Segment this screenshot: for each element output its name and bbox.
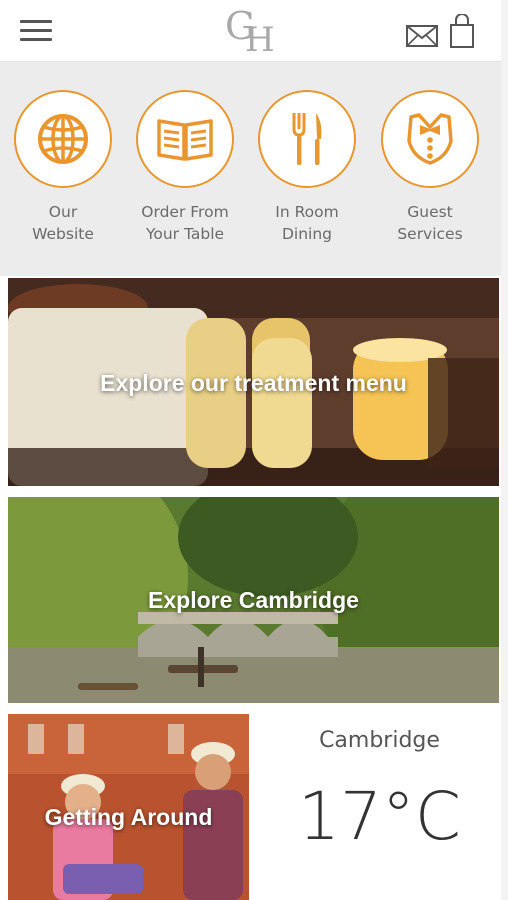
banner-caption: Explore Cambridge	[148, 587, 359, 613]
quick-link-label: Order From Your Table	[141, 203, 229, 243]
getting-around-tile[interactable]: Getting Around	[8, 714, 249, 900]
quick-link-label: In Room Dining	[275, 203, 339, 243]
hotel-logo: GH	[225, 4, 275, 60]
weather-city: Cambridge	[319, 728, 440, 753]
mail-icon[interactable]	[406, 25, 438, 47]
shopping-bag-icon[interactable]	[450, 14, 474, 48]
explore-cambridge-banner[interactable]: Explore Cambridge	[8, 497, 499, 703]
weather-temperature: 17°C	[297, 778, 462, 855]
quick-link-label: Guest Services	[397, 203, 463, 243]
cutlery-icon	[258, 90, 356, 188]
weather-widget: Cambridge 17°C	[260, 714, 499, 900]
app-header: GH	[0, 0, 508, 62]
banner-caption: Explore our treatment menu	[100, 370, 407, 396]
guest-services-link[interactable]: Guest Services	[370, 90, 490, 245]
menu-icon[interactable]	[20, 20, 52, 44]
scroll-edge	[501, 0, 508, 900]
quick-link-label: Our Website	[32, 203, 94, 243]
menu-book-icon	[136, 90, 234, 188]
our-website-link[interactable]: Our Website	[3, 90, 123, 245]
treatment-menu-banner[interactable]: Explore our treatment menu	[8, 278, 499, 486]
in-room-dining-link[interactable]: In Room Dining	[247, 90, 367, 245]
quick-links-panel: Our Website Order From Your Table In Roo…	[0, 62, 508, 276]
globe-icon	[14, 90, 112, 188]
order-from-table-link[interactable]: Order From Your Table	[125, 90, 245, 245]
butler-icon	[381, 90, 479, 188]
tile-caption: Getting Around	[44, 804, 213, 830]
